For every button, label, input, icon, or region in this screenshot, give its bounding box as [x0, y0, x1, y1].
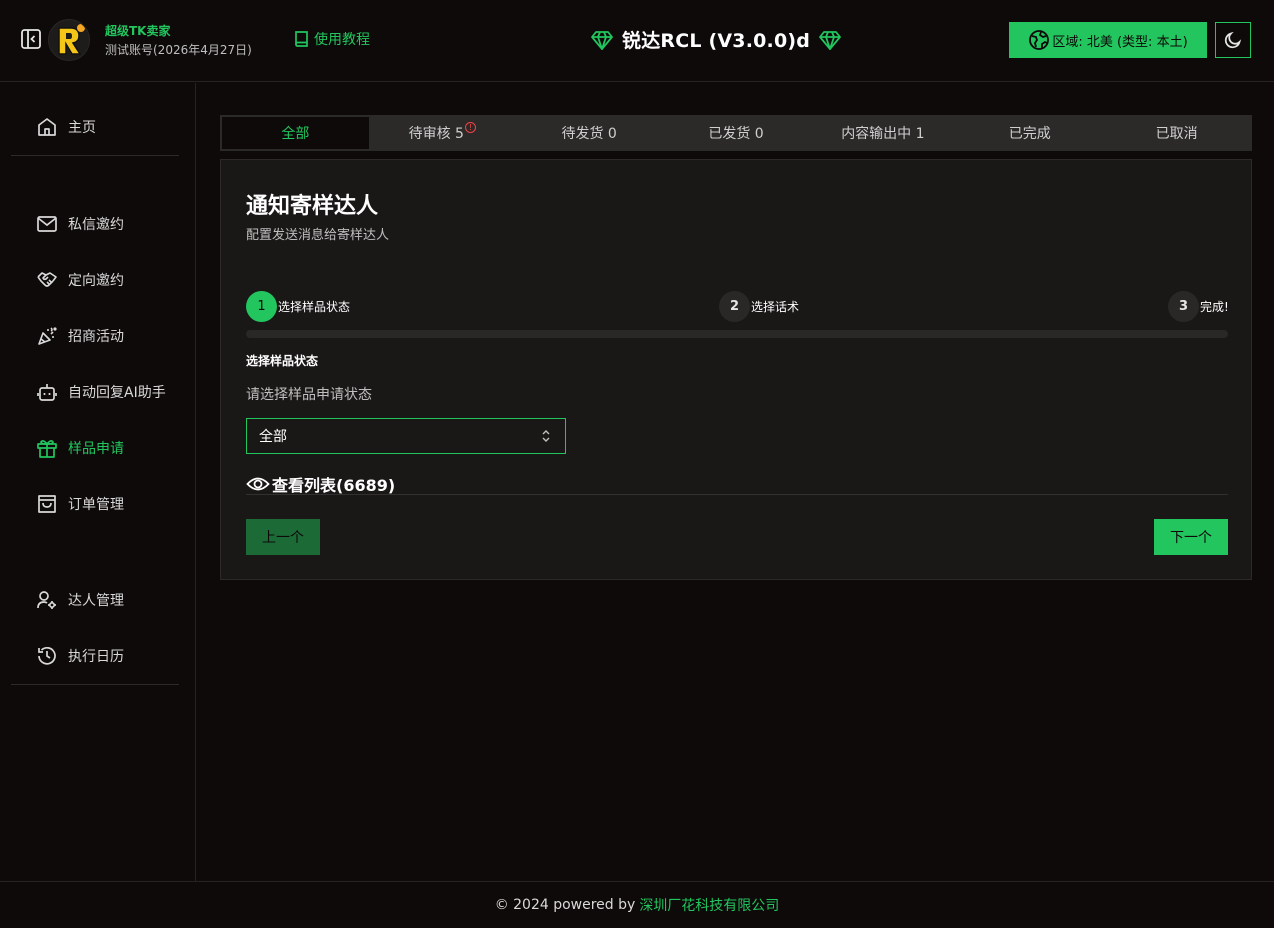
sidebar-divider: [11, 155, 179, 156]
step-number: 3: [1168, 291, 1199, 322]
sidebar-item-ai-assistant[interactable]: 自动回复AI助手: [36, 380, 166, 404]
view-list-label: 查看列表(6689): [272, 476, 396, 495]
tab-cancelled[interactable]: 已取消: [1103, 117, 1250, 149]
tab-pending-shipment[interactable]: 待发货 0: [516, 117, 663, 149]
footer-text: © 2024 powered by: [494, 897, 636, 913]
sidebar-item-label: 招商活动: [68, 329, 124, 345]
sidebar-item-label: 执行日历: [68, 649, 124, 665]
sidebar-item-orders[interactable]: 订单管理: [36, 492, 124, 516]
tab-pending-review[interactable]: 待审核 5 !: [369, 117, 516, 149]
sidebar-item-label: 主页: [68, 120, 96, 136]
status-tabs: 全部 待审核 5 ! 待发货 0 已发货 0 内容输出中 1 已完成 已取消: [220, 115, 1252, 151]
view-list-link[interactable]: 查看列表(6689): [246, 472, 395, 496]
eye-icon: [246, 477, 270, 491]
gem-icon: [591, 30, 613, 50]
party-popper-icon: [38, 327, 57, 345]
tutorial-link[interactable]: 使用教程: [292, 29, 370, 49]
alert-icon: !: [464, 121, 476, 133]
tab-label: 已取消: [1155, 126, 1198, 142]
sidebar-item-home[interactable]: 主页: [36, 115, 96, 139]
card-subtitle: 配置发送消息给寄样达人: [246, 228, 390, 243]
region-label: 区域: 北美 (类型: 本土): [1052, 34, 1188, 50]
account-name: 超级TK卖家: [105, 24, 171, 38]
step-1[interactable]: 1 选择样品状态: [246, 291, 350, 322]
tab-label: 内容输出中 1: [841, 126, 925, 142]
gift-icon: [37, 440, 57, 458]
user-cog-icon: [37, 591, 56, 609]
sidebar-item-label: 定向邀约: [68, 273, 124, 289]
avatar[interactable]: [48, 19, 90, 61]
account-subtitle: 测试账号(2026年4月27日): [105, 43, 252, 57]
book-icon: [295, 31, 308, 47]
footer: © 2024 powered by 深圳厂花科技有限公司: [0, 881, 1274, 928]
step-label: 完成!: [1200, 300, 1229, 314]
list-divider: [246, 494, 1228, 495]
select-value: 全部: [259, 429, 287, 445]
prev-button[interactable]: 上一个: [246, 519, 320, 555]
card-title: 通知寄样达人: [246, 194, 379, 219]
history-icon: [38, 647, 56, 665]
account-info: 超级TK卖家 测试账号(2026年4月27日): [105, 23, 252, 59]
tab-all[interactable]: 全部: [222, 117, 369, 149]
brand-title: 锐达RCL (V3.0.0)d: [622, 30, 811, 52]
sample-status-select[interactable]: 全部: [246, 418, 566, 454]
tab-label: 待审核 5: [408, 126, 464, 142]
moon-icon: [1224, 31, 1242, 49]
notify-card: 通知寄样达人 配置发送消息给寄样达人 1 选择样品状态 2 选择话术 3 完成!…: [220, 159, 1252, 580]
tab-completed[interactable]: 已完成: [956, 117, 1103, 149]
step-label: 选择样品状态: [278, 300, 351, 314]
sidebar-item-creator-management[interactable]: 达人管理: [36, 588, 124, 612]
tab-label: 待发货 0: [561, 126, 617, 142]
gem-icon: [819, 30, 841, 50]
next-button[interactable]: 下一个: [1154, 519, 1228, 555]
sidebar-item-sample-request[interactable]: 样品申请: [36, 436, 124, 460]
sidebar-item-label: 达人管理: [68, 593, 124, 609]
globe-icon: [1029, 30, 1050, 50]
sidebar-item-execution-calendar[interactable]: 执行日历: [36, 644, 124, 668]
tab-content-output[interactable]: 内容输出中 1: [809, 117, 956, 149]
home-icon: [38, 118, 56, 136]
bot-icon: [37, 384, 57, 401]
sidebar-item-targeted-invite[interactable]: 定向邀约: [36, 268, 124, 292]
shopping-bag-icon: [38, 495, 56, 513]
section-label: 选择样品状态: [246, 354, 319, 368]
step-number: 2: [719, 291, 750, 322]
tab-label: 已发货 0: [708, 126, 764, 142]
tab-label: 全部: [281, 126, 310, 142]
theme-toggle-button[interactable]: [1215, 22, 1251, 58]
sidebar-item-label: 自动回复AI助手: [68, 385, 166, 401]
sidebar-item-campaign[interactable]: 招商活动: [36, 324, 124, 348]
helper-text: 请选择样品申请状态: [246, 387, 372, 403]
chevrons-up-down-icon: [542, 430, 550, 442]
tutorial-label: 使用教程: [314, 32, 370, 48]
footer-company-link[interactable]: 深圳厂花科技有限公司: [639, 895, 779, 915]
sidebar-item-label: 样品申请: [68, 441, 124, 457]
step-number: 1: [246, 291, 277, 322]
tab-label: 已完成: [1008, 126, 1051, 142]
step-label: 选择话术: [751, 300, 800, 314]
app-header: 超级TK卖家 测试账号(2026年4月27日) 使用教程 锐达RCL (V3.0…: [0, 0, 1274, 82]
step-3[interactable]: 3 完成!: [1168, 291, 1229, 322]
sidebar-toggle-icon[interactable]: [20, 28, 42, 50]
sidebar-item-label: 订单管理: [68, 497, 124, 513]
sidebar-item-label: 私信邀约: [68, 217, 124, 233]
region-button[interactable]: 区域: 北美 (类型: 本土): [1009, 22, 1207, 58]
sidebar-item-message-invite[interactable]: 私信邀约: [36, 212, 124, 236]
tab-shipped[interactable]: 已发货 0: [663, 117, 810, 149]
sidebar-divider: [11, 684, 179, 685]
brand: 锐达RCL (V3.0.0)d: [590, 26, 842, 53]
step-progress-track: [246, 330, 1228, 338]
mail-icon: [37, 216, 57, 232]
step-2[interactable]: 2 选择话术: [719, 291, 799, 322]
handshake-icon: [37, 272, 57, 287]
sidebar: 主页 私信邀约 定向邀约 招商活动 自动回复AI助手 样品申请 订单管理 达人管…: [0, 83, 196, 881]
